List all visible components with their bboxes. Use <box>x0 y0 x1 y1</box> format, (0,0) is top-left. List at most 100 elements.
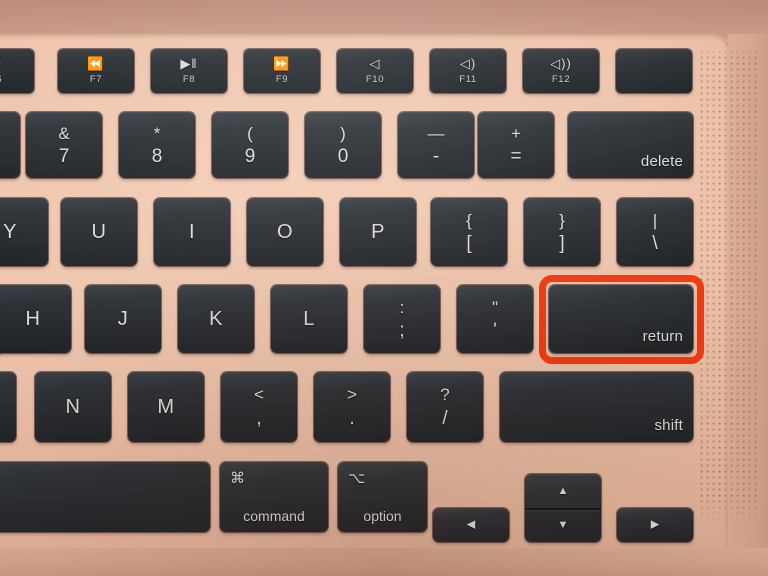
play-pause-icon: ▶‖ <box>180 55 198 71</box>
key-period-lower: . <box>349 408 355 430</box>
key-slash[interactable]: ? / <box>407 372 483 442</box>
volume-down-icon: ◁) <box>459 55 477 71</box>
key-f6[interactable]: ☽ F6 <box>0 49 34 93</box>
key-h[interactable]: H <box>0 285 71 353</box>
key-quote-upper: " <box>491 297 499 317</box>
key-slash-upper: ? <box>440 385 450 404</box>
key-f7-label: F7 <box>89 74 103 86</box>
key-m[interactable]: M <box>128 372 204 442</box>
key-arrow-up-down[interactable]: ▲ ▼ <box>525 474 601 542</box>
key-0[interactable]: ) 0 <box>305 112 381 178</box>
key-command-right[interactable]: ⌘ command <box>220 462 328 532</box>
key-option-label: option <box>363 508 402 524</box>
key-quote-lower: ' <box>493 320 497 342</box>
key-quote[interactable]: " ' <box>457 285 533 353</box>
key-f12-label: F12 <box>551 74 571 86</box>
rewind-icon: ⏪ <box>87 55 105 71</box>
key-7-lower: 7 <box>58 145 70 167</box>
key-semicolon[interactable]: : ; <box>364 285 440 353</box>
key-6[interactable]: ^ 6 <box>0 112 20 178</box>
key-j-label: J <box>117 308 129 330</box>
key-f10[interactable]: ◁ F10 <box>337 49 413 93</box>
arrow-down-icon[interactable]: ▼ <box>525 508 601 542</box>
key-7-upper: & <box>58 124 70 144</box>
key-l-label: L <box>303 308 315 330</box>
key-i-label: I <box>188 221 196 243</box>
key-return-label: return <box>642 328 683 345</box>
key-period-upper: > <box>347 385 357 404</box>
key-shift-right-label: shift <box>654 417 683 434</box>
arrow-left-icon: ◀ <box>466 518 476 531</box>
key-j[interactable]: J <box>85 285 161 353</box>
key-y[interactable]: Y <box>0 198 48 266</box>
key-l[interactable]: L <box>271 285 347 353</box>
key-o[interactable]: O <box>247 198 323 266</box>
arrow-up-icon[interactable]: ▲ <box>525 474 601 508</box>
key-space[interactable] <box>0 462 210 532</box>
key-n-label: N <box>65 396 81 418</box>
key-semicolon-upper: : <box>399 297 405 317</box>
key-f11[interactable]: ◁) F11 <box>430 49 506 93</box>
key-f7[interactable]: ⏪ F7 <box>58 49 134 93</box>
key-9-lower: 9 <box>244 145 256 167</box>
key-b[interactable]: B <box>0 372 16 442</box>
speaker-grille <box>700 44 760 524</box>
key-comma-upper: < <box>254 385 264 404</box>
key-9[interactable]: ( 9 <box>212 112 288 178</box>
arrow-right-icon: ▶ <box>650 518 660 531</box>
key-f11-label: F11 <box>459 74 477 86</box>
key-semicolon-lower: ; <box>399 320 405 342</box>
key-touch-id[interactable] <box>616 49 692 93</box>
key-f6-label: F6 <box>0 75 34 85</box>
key-equals[interactable]: + = <box>478 112 554 178</box>
key-8[interactable]: * 8 <box>119 112 195 178</box>
key-delete-label: delete <box>640 153 683 170</box>
key-u[interactable]: U <box>61 198 137 266</box>
key-8-lower: 8 <box>151 145 163 167</box>
key-option-right[interactable]: ⌥ option <box>338 462 427 532</box>
key-0-lower: 0 <box>337 145 349 167</box>
key-y-label: Y <box>3 221 17 243</box>
key-delete[interactable]: delete <box>568 112 693 178</box>
key-command-label: command <box>243 508 305 524</box>
key-0-upper: ) <box>340 124 346 144</box>
key-h-label: H <box>25 308 41 330</box>
key-f9[interactable]: ⏩ F9 <box>244 49 320 93</box>
moon-icon: ☽ <box>0 57 34 70</box>
key-f8-label: F8 <box>182 74 196 86</box>
key-k[interactable]: K <box>178 285 254 353</box>
key-arrow-right[interactable]: ▶ <box>617 508 693 542</box>
key-6-lower: 6 <box>0 147 20 166</box>
key-i[interactable]: I <box>154 198 230 266</box>
key-backslash-upper: | <box>652 210 658 230</box>
key-n[interactable]: N <box>35 372 111 442</box>
key-p[interactable]: P <box>340 198 416 266</box>
key-u-label: U <box>91 221 107 243</box>
key-backslash[interactable]: | \ <box>617 198 693 266</box>
key-equals-lower: = <box>510 145 522 167</box>
key-comma[interactable]: < , <box>221 372 297 442</box>
fast-forward-icon: ⏩ <box>273 55 291 71</box>
key-f12[interactable]: ◁)) F12 <box>523 49 599 93</box>
key-f8[interactable]: ▶‖ F8 <box>151 49 227 93</box>
key-arrow-left[interactable]: ◀ <box>433 508 509 542</box>
key-shift-right[interactable]: shift <box>500 372 693 442</box>
key-7[interactable]: & 7 <box>26 112 102 178</box>
key-minus[interactable]: — - <box>398 112 474 178</box>
key-comma-lower: , <box>256 408 262 430</box>
key-bracket-left-upper: { <box>466 210 472 230</box>
key-minus-lower: - <box>432 145 440 167</box>
key-backslash-lower: \ <box>652 233 658 255</box>
key-9-upper: ( <box>247 124 253 144</box>
key-bracket-right-lower: ] <box>559 233 565 255</box>
chassis-bottom-edge <box>0 548 768 576</box>
key-bracket-right[interactable]: } ] <box>524 198 600 266</box>
option-icon: ⌥ <box>348 470 366 487</box>
key-minus-upper: — <box>427 124 445 144</box>
key-return[interactable]: return <box>549 285 693 353</box>
key-f9-label: F9 <box>275 74 289 86</box>
key-bracket-left[interactable]: { [ <box>431 198 507 266</box>
key-slash-lower: / <box>442 408 448 430</box>
key-period[interactable]: > . <box>314 372 390 442</box>
key-8-upper: * <box>153 124 161 144</box>
